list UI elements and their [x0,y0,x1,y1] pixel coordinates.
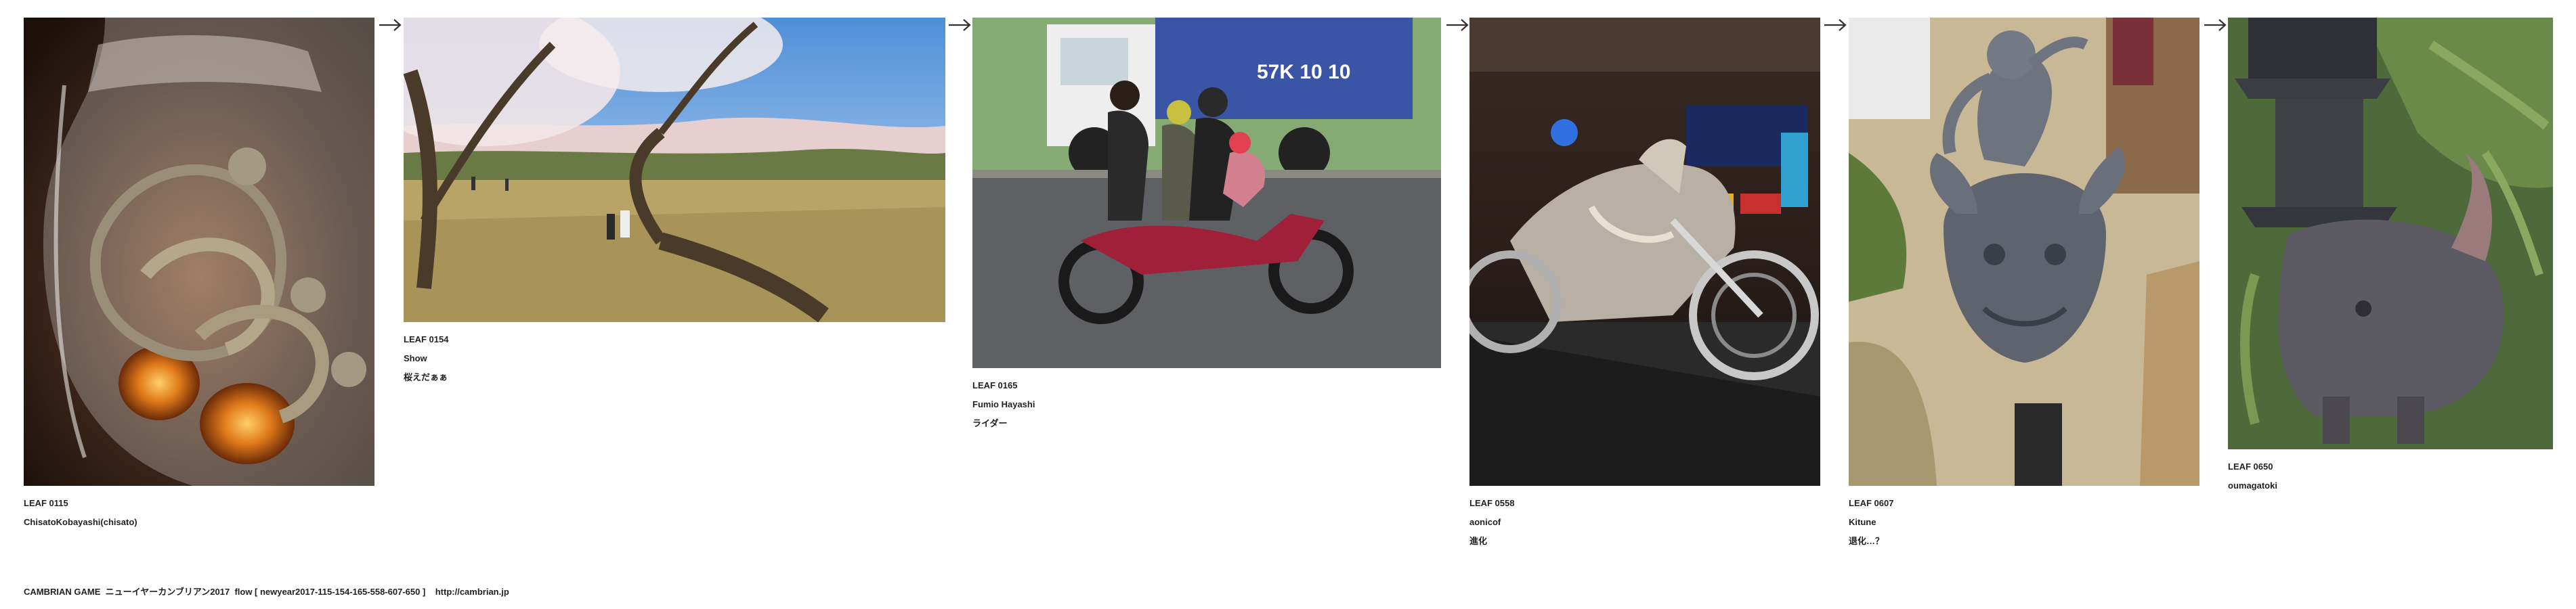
leaf-author[interactable]: Fumio Hayashi [972,395,1441,414]
leaf-id: LEAF 0558 [1469,498,1515,508]
right-arrow-icon [947,18,972,32]
leaf-card: LEAF 0115 ChisatoKobayashi(chisato) [24,18,374,532]
leaf-id: LEAF 0154 [404,334,449,344]
leaf-photo-rhino-statue[interactable] [2228,18,2553,449]
leaf-photo-chrome-motorcycle[interactable] [1469,18,1820,486]
leaf-card: 57K 10 10 LEAF 0165 Fumio Hayashi ライダー [972,18,1441,433]
leaf-id: LEAF 0650 [2228,461,2273,472]
right-arrow-icon [1823,18,1847,32]
leaf-author[interactable]: ChisatoKobayashi(chisato) [24,513,374,532]
footer-credit: CAMBRIAN GAME ニューイヤーカンブリアン2017 flow [ ne… [24,587,509,597]
svg-text:57K 10 10: 57K 10 10 [1257,61,1350,83]
right-arrow-icon [378,18,402,32]
leaf-title: ライダー [972,418,1008,428]
leaf-author[interactable]: aonicof [1469,513,1820,532]
leaf-photo-cherry-tree[interactable] [404,18,945,322]
leaf-id: LEAF 0165 [972,380,1018,390]
leaf-author[interactable]: Kitune [1849,513,2199,532]
leaf-author[interactable]: oumagatoki [2228,476,2553,495]
leaf-photo-glass-monkeys[interactable] [24,18,374,486]
leaf-id: LEAF 0607 [1849,498,1894,508]
leaf-card: LEAF 0607 Kitune 退化…？ [1849,18,2199,551]
leaf-photo-shishi-statue[interactable] [1849,18,2199,486]
leaf-photo-motorbike-family[interactable]: 57K 10 10 [972,18,1441,368]
right-arrow-icon [2203,18,2227,32]
leaf-author[interactable]: Show [404,349,945,368]
leaf-id: LEAF 0115 [24,498,68,508]
leaf-card: LEAF 0154 Show 桜えだぁぁ [404,18,945,387]
leaf-title: 桜えだぁぁ [404,372,448,382]
leaf-card: LEAF 0558 aonicof 進化 [1469,18,1820,551]
leaf-card: LEAF 0650 oumagatoki [2228,18,2553,495]
leaf-title: 進化 [1469,536,1488,546]
leaf-title: 退化…？ [1849,536,1885,546]
right-arrow-icon [1445,18,1469,32]
